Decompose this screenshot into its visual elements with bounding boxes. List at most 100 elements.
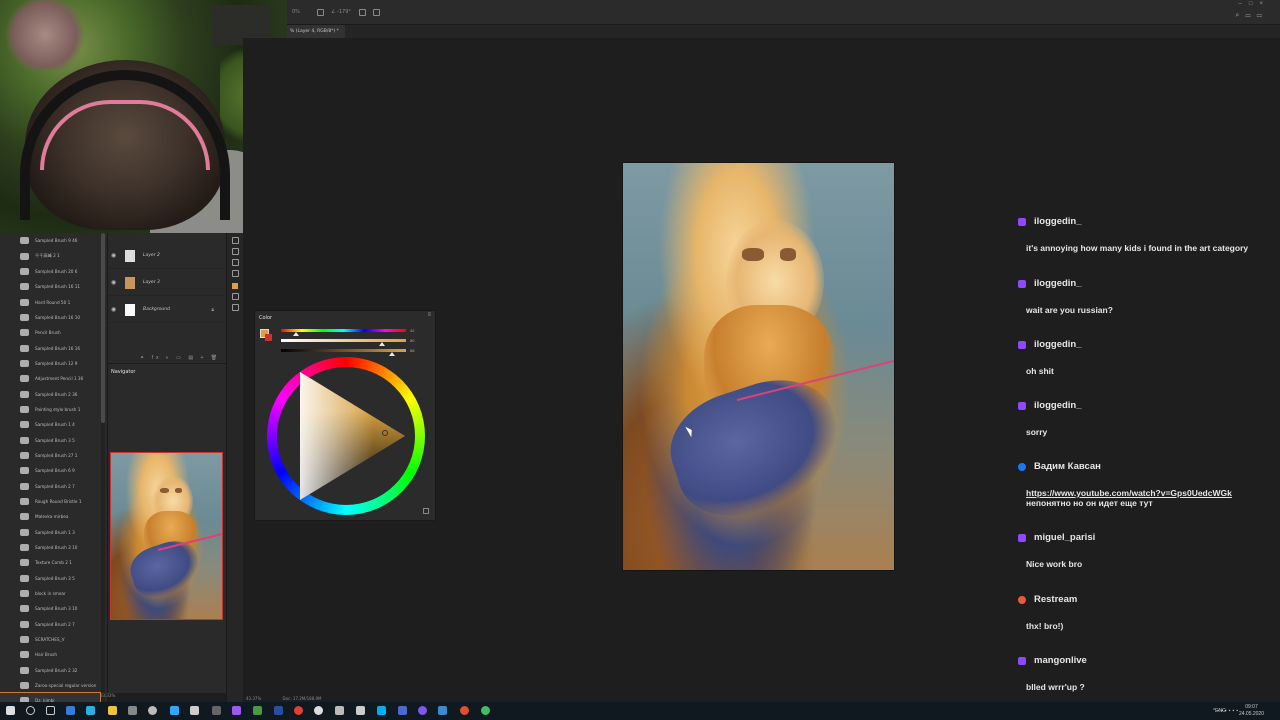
hand-tool-icon[interactable]: [231, 248, 239, 255]
app-icon[interactable]: [212, 706, 221, 715]
brush-item[interactable]: Sampled Brush 16 16: [0, 340, 100, 355]
app-icon[interactable]: [460, 706, 469, 715]
brush-item[interactable]: Sampled Brush 1 3: [0, 525, 100, 540]
brush-item[interactable]: 千千高峰 2 1: [0, 248, 100, 263]
chat-link[interactable]: https://www.youtube.com/watch?v=Gps0Uedc…: [1026, 488, 1266, 498]
premiere-icon[interactable]: [274, 706, 283, 715]
app-icon[interactable]: [253, 706, 262, 715]
color-picker-handle[interactable]: [382, 430, 388, 436]
obs-icon[interactable]: [148, 706, 157, 715]
after-effects-icon[interactable]: [232, 706, 241, 715]
symmetry-icon[interactable]: [373, 9, 380, 16]
task-view-icon[interactable]: [46, 706, 55, 715]
navigator-title[interactable]: Navigator: [111, 369, 135, 375]
document-tab[interactable]: % (Layer 4, RGB/8*) *: [287, 25, 345, 38]
hue-value[interactable]: 42: [410, 328, 414, 333]
brush-item[interactable]: Sampled Brush 3 5: [0, 571, 100, 586]
telegram-icon[interactable]: [86, 706, 95, 715]
app-icon[interactable]: [438, 706, 447, 715]
navigator-preview[interactable]: [110, 452, 223, 620]
explorer-icon[interactable]: [108, 706, 117, 715]
eye-icon[interactable]: ◉: [111, 279, 119, 286]
app-icon[interactable]: [356, 706, 365, 715]
brush-item[interactable]: Pencil Brush: [0, 325, 100, 340]
foreground-swatch[interactable]: [232, 283, 238, 289]
document-canvas[interactable]: [623, 163, 894, 570]
brush-item[interactable]: Malevka mirbea: [0, 509, 100, 524]
brush-item[interactable]: Sampled Brush 2 32: [0, 663, 100, 678]
pressure-icon[interactable]: [359, 9, 366, 16]
app-icon[interactable]: [66, 706, 75, 715]
start-icon[interactable]: [6, 706, 15, 715]
brush-item[interactable]: Dz. kimbi: [0, 692, 101, 702]
brush-item[interactable]: Sampled Brush 1 4: [0, 417, 100, 432]
brush-item[interactable]: Sampled Brush 6 9: [0, 463, 100, 478]
window-controls[interactable]: –□×: [1239, 1, 1270, 7]
brush-item[interactable]: Adjustment Pencil 1 36: [0, 371, 100, 386]
photoshop-icon[interactable]: [170, 706, 179, 715]
canvas-zoom[interactable]: 43.37%: [246, 696, 261, 701]
brush-item[interactable]: Sampled Brush 16 10: [0, 310, 100, 325]
background-color-swatch[interactable]: [265, 334, 272, 341]
brush-item[interactable]: Sampled Brush 3 5: [0, 432, 100, 447]
layers-footer-icons[interactable]: ⚭ fx ◐ ▭ ▤ + 🗑︎: [140, 355, 226, 363]
app-icon[interactable]: [314, 706, 323, 715]
app-icon[interactable]: [335, 706, 344, 715]
panel-menu-icon[interactable]: ≡: [427, 312, 431, 318]
opacity-option[interactable]: 0%: [292, 9, 300, 15]
color-panel-title[interactable]: Color: [259, 315, 272, 321]
saturation-value[interactable]: 80: [410, 338, 414, 343]
eye-icon[interactable]: ◉: [111, 306, 119, 313]
brush-item[interactable]: Zaroo-special regular version: [0, 678, 100, 693]
resize-handle-icon[interactable]: [423, 508, 429, 514]
brush-item[interactable]: block in smear: [0, 586, 100, 601]
quick-mask-icon[interactable]: [231, 293, 239, 300]
layer-row[interactable]: ◉ Layer 2: [108, 243, 226, 269]
app-icon[interactable]: [190, 706, 199, 715]
brush-item[interactable]: Sampled Brush 12 9: [0, 356, 100, 371]
app-icon[interactable]: [398, 706, 407, 715]
brush-item[interactable]: Sampled Brush 2 7: [0, 617, 100, 632]
brush-scrollbar[interactable]: [101, 233, 105, 702]
scroll-thumb[interactable]: [101, 233, 105, 423]
airbrush-icon[interactable]: [317, 9, 324, 16]
slider-knob[interactable]: [293, 332, 299, 336]
brush-item[interactable]: Hair Brush: [0, 647, 100, 662]
slider-knob[interactable]: [379, 342, 385, 346]
screen-mode-icon[interactable]: [231, 304, 239, 311]
brush-item[interactable]: Sampled Brush 16 11: [0, 279, 100, 294]
app-icon[interactable]: [481, 706, 490, 715]
saturation-slider[interactable]: [281, 339, 406, 346]
nav-zoom[interactable]: 33.33%: [100, 693, 115, 698]
eye-icon[interactable]: ◉: [111, 252, 119, 259]
viber-icon[interactable]: [418, 706, 427, 715]
brush-item[interactable]: SCRATCHES_V: [0, 632, 100, 647]
brush-item[interactable]: Sampled Brush 20 6: [0, 264, 100, 279]
skype-icon[interactable]: [377, 706, 386, 715]
brightness-slider[interactable]: [281, 349, 406, 356]
app-icon[interactable]: [128, 706, 137, 715]
move-tool-icon[interactable]: [231, 237, 239, 244]
brush-item[interactable]: Sampled Brush 3 10: [0, 601, 100, 616]
hue-slider[interactable]: [281, 329, 406, 336]
clock[interactable]: 09:07 24.05.2020: [1239, 704, 1264, 718]
chrome-icon[interactable]: [294, 706, 303, 715]
brightness-value[interactable]: 88: [410, 348, 414, 353]
brush-item[interactable]: Sampled Brush 2 36: [0, 386, 100, 401]
slider-knob[interactable]: [389, 352, 395, 356]
brush-item[interactable]: Sampled Brush 2 7: [0, 479, 100, 494]
brush-item[interactable]: Painting style brush 1: [0, 402, 100, 417]
brush-item[interactable]: Hard Round 50 1: [0, 294, 100, 309]
angle-option[interactable]: ∠ -179°: [331, 9, 351, 15]
brush-item[interactable]: Texture Comb 2 1: [0, 555, 100, 570]
hue-wheel[interactable]: [267, 357, 425, 515]
brush-item[interactable]: Sampled Brush 3 10: [0, 540, 100, 555]
language-indicator[interactable]: ENG: [1215, 708, 1226, 714]
search-icon[interactable]: [26, 706, 35, 715]
brush-item[interactable]: Sampled Brush 27 1: [0, 448, 100, 463]
eyedropper-tool-icon[interactable]: [231, 270, 239, 277]
layer-row[interactable]: ◉ Background 🔒︎: [108, 297, 226, 323]
brush-item[interactable]: Sampled Brush 9 46: [0, 233, 100, 248]
search-share-icons[interactable]: ⌕▭▭: [1235, 12, 1268, 20]
layer-row[interactable]: ◉ Layer 3: [108, 270, 226, 296]
